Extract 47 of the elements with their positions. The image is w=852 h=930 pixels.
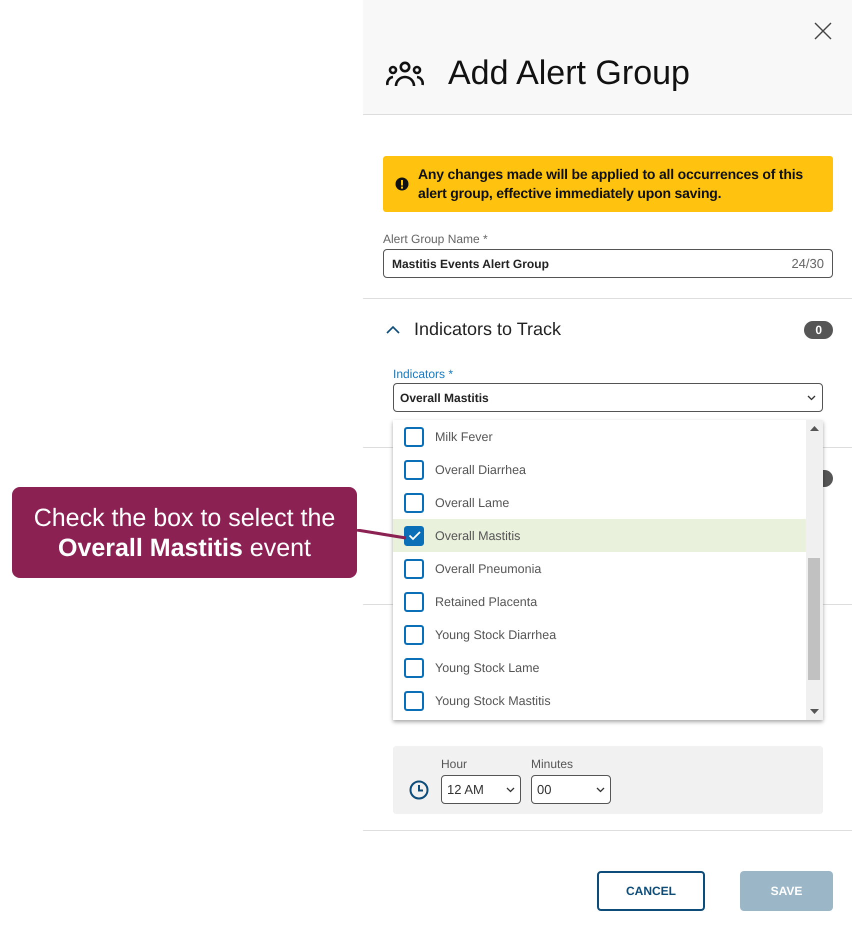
field-label: Alert Group Name * <box>383 232 489 246</box>
dropdown-option[interactable]: Overall Diarrhea <box>393 453 806 486</box>
checkbox[interactable] <box>404 658 424 678</box>
clock-icon <box>409 780 429 800</box>
scroll-down-icon[interactable] <box>810 709 819 714</box>
dropdown-option[interactable]: Overall Mastitis <box>393 519 806 552</box>
field-label: Minutes <box>531 757 574 771</box>
close-icon <box>813 21 833 41</box>
chevron-down-icon <box>506 786 515 792</box>
chevron-down-icon <box>596 786 605 792</box>
checkbox[interactable] <box>404 426 424 446</box>
dialog-title: Add Alert Group <box>448 54 690 92</box>
dropdown-option[interactable]: Retained Placenta <box>393 585 806 618</box>
scroll-up-icon[interactable] <box>810 426 819 431</box>
warning-text: Any changes made will be applied to all occurrences of this alert group, effective immediately upon saving. <box>418 165 803 203</box>
checkbox[interactable] <box>404 526 424 546</box>
scrollbar[interactable] <box>806 420 823 720</box>
checkbox[interactable] <box>404 592 424 612</box>
checkbox[interactable] <box>404 690 424 710</box>
hour-dropdown[interactable]: 12 AM <box>441 775 521 804</box>
name-input-field[interactable]: Mastitis Events Alert Group 24/30 <box>383 249 833 278</box>
alert-icon <box>395 177 409 191</box>
people-icon <box>386 60 424 86</box>
close-button[interactable] <box>813 21 833 41</box>
count-badge: 0 <box>804 320 833 338</box>
callout-text: Check the box to select the Overall Mastitis event <box>12 487 357 578</box>
minutes-dropdown[interactable]: 00 <box>531 775 611 804</box>
dropdown-option[interactable]: Young Stock Lame <box>393 651 806 684</box>
dropdown-option[interactable]: Overall Lame <box>393 486 806 519</box>
character-counter: 24/30 <box>791 256 824 271</box>
checkbox[interactable] <box>404 460 424 480</box>
dropdown-option[interactable]: Overall Pneumonia <box>393 552 806 585</box>
checkbox[interactable] <box>404 624 424 644</box>
leader-line <box>356 529 408 540</box>
indicators-dropdown[interactable]: Overall Mastitis <box>393 383 823 412</box>
dropdown-option[interactable]: Milk Fever <box>393 420 806 453</box>
field-label: Indicators * <box>393 367 454 381</box>
checkbox[interactable] <box>404 492 424 512</box>
field-label: Hour <box>441 757 468 771</box>
dropdown-option[interactable]: Young Stock Diarrhea <box>393 618 806 651</box>
chevron-up-icon[interactable] <box>386 326 400 334</box>
dropdown-option[interactable]: Young Stock Mastitis <box>393 684 806 717</box>
check-icon <box>408 530 420 541</box>
chevron-down-icon <box>807 394 816 400</box>
section-title: Indicators to Track <box>414 319 562 340</box>
checkbox[interactable] <box>404 558 424 578</box>
cancel-button[interactable]: CANCEL <box>597 871 705 911</box>
